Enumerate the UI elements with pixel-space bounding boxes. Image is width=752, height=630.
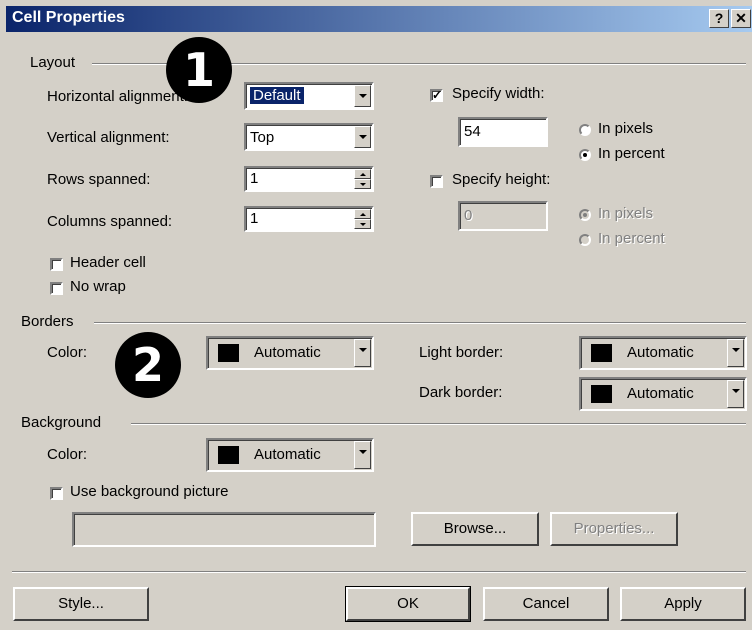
dark-border-label: Dark border: bbox=[419, 384, 503, 401]
specify-width-checkbox[interactable]: ✓ bbox=[430, 89, 443, 102]
columns-spanned-spin-buttons[interactable] bbox=[354, 209, 371, 229]
width-in-percent-label: In percent bbox=[598, 145, 665, 162]
vertical-alignment-value: Top bbox=[250, 129, 275, 146]
vertical-alignment-select[interactable]: Top bbox=[244, 123, 374, 151]
cell-properties-dialog: Cell Properties ? ✕ Layout Horizontal al… bbox=[0, 0, 752, 630]
chevron-down-icon[interactable] bbox=[354, 339, 371, 367]
rows-spanned-spin-buttons[interactable] bbox=[354, 169, 371, 189]
browse-button[interactable]: Browse... bbox=[411, 512, 539, 546]
height-value: 0 bbox=[464, 207, 473, 224]
height-in-percent-radio[interactable] bbox=[579, 234, 591, 246]
cancel-button[interactable]: Cancel bbox=[483, 587, 609, 621]
vertical-alignment-label: Vertical alignment: bbox=[47, 129, 170, 146]
height-in-pixels-radio[interactable] bbox=[579, 209, 591, 221]
no-wrap-label: No wrap bbox=[70, 278, 126, 295]
background-section-label: Background bbox=[21, 414, 102, 431]
columns-spanned-value: 1 bbox=[250, 210, 259, 227]
light-border-label: Light border: bbox=[419, 344, 504, 361]
header-cell-checkbox[interactable] bbox=[50, 258, 63, 271]
border-color-select[interactable]: Automatic bbox=[206, 336, 374, 370]
color-swatch bbox=[591, 385, 612, 403]
help-button[interactable]: ? bbox=[709, 9, 729, 28]
rows-spanned-value: 1 bbox=[250, 170, 259, 187]
chevron-down-icon[interactable] bbox=[354, 441, 371, 469]
rows-spanned-spinner[interactable]: 1 bbox=[244, 166, 374, 192]
horizontal-alignment-value: Default bbox=[250, 87, 304, 104]
width-in-pixels-radio[interactable] bbox=[579, 124, 591, 136]
light-border-value: Automatic bbox=[627, 344, 694, 361]
apply-button[interactable]: Apply bbox=[620, 587, 746, 621]
background-picture-input[interactable] bbox=[72, 512, 376, 547]
callout-badge-2: 2 bbox=[115, 332, 181, 398]
ok-button[interactable]: OK bbox=[345, 586, 471, 622]
background-color-label: Color: bbox=[47, 446, 88, 463]
color-swatch bbox=[591, 344, 612, 362]
dark-border-select[interactable]: Automatic bbox=[579, 377, 747, 411]
background-divider bbox=[131, 423, 746, 425]
light-border-select[interactable]: Automatic bbox=[579, 336, 747, 370]
rows-spanned-label: Rows spanned: bbox=[47, 171, 151, 188]
width-in-percent-radio[interactable] bbox=[579, 149, 591, 161]
horizontal-alignment-label: Horizontal alignment: bbox=[47, 88, 188, 105]
callout-badge-1: 1 bbox=[166, 37, 232, 103]
color-swatch bbox=[218, 344, 239, 362]
use-background-picture-label: Use background picture bbox=[70, 483, 229, 500]
borders-section-label: Borders bbox=[21, 313, 74, 330]
dialog-title: Cell Properties bbox=[12, 9, 125, 26]
chevron-down-icon[interactable] bbox=[727, 380, 744, 408]
color-swatch bbox=[218, 446, 239, 464]
layout-section-label: Layout bbox=[30, 54, 76, 71]
width-value: 54 bbox=[464, 123, 481, 140]
width-input[interactable]: 54 bbox=[458, 117, 548, 147]
columns-spanned-label: Columns spanned: bbox=[47, 213, 173, 230]
properties-button[interactable]: Properties... bbox=[550, 512, 678, 546]
specify-height-label: Specify height: bbox=[452, 171, 551, 188]
dark-border-value: Automatic bbox=[627, 385, 694, 402]
footer-separator bbox=[12, 571, 746, 573]
borders-divider bbox=[94, 322, 746, 324]
background-color-select[interactable]: Automatic bbox=[206, 438, 374, 472]
border-color-value: Automatic bbox=[254, 344, 321, 361]
height-input[interactable]: 0 bbox=[458, 201, 548, 231]
title-bar[interactable]: Cell Properties ? ✕ bbox=[6, 6, 752, 32]
style-button[interactable]: Style... bbox=[13, 587, 149, 621]
specify-width-label: Specify width: bbox=[452, 85, 545, 102]
chevron-down-icon[interactable] bbox=[354, 126, 371, 148]
horizontal-alignment-select[interactable]: Default bbox=[244, 82, 374, 110]
height-in-percent-label: In percent bbox=[598, 230, 665, 247]
border-color-label: Color: bbox=[47, 344, 88, 361]
no-wrap-checkbox[interactable] bbox=[50, 282, 63, 295]
header-cell-label: Header cell bbox=[70, 254, 146, 271]
columns-spanned-spinner[interactable]: 1 bbox=[244, 206, 374, 232]
background-color-value: Automatic bbox=[254, 446, 321, 463]
specify-height-checkbox[interactable] bbox=[430, 175, 443, 188]
use-background-picture-checkbox[interactable] bbox=[50, 487, 63, 500]
height-in-pixels-label: In pixels bbox=[598, 205, 654, 222]
width-in-pixels-label: In pixels bbox=[598, 120, 654, 137]
close-button[interactable]: ✕ bbox=[731, 9, 751, 28]
chevron-down-icon[interactable] bbox=[727, 339, 744, 367]
chevron-down-icon[interactable] bbox=[354, 85, 371, 107]
